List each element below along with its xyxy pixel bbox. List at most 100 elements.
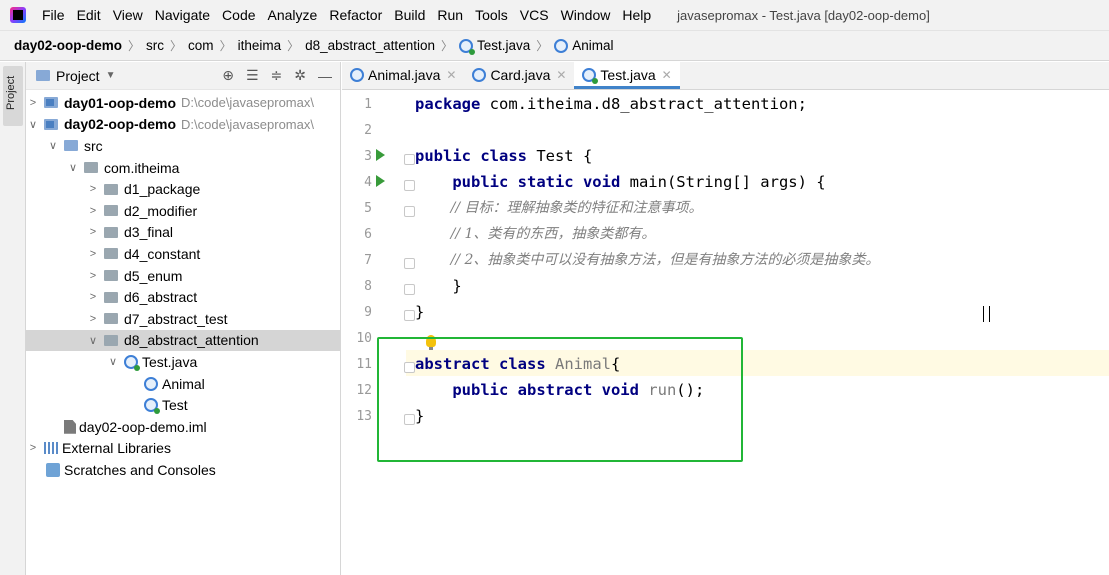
line-number: 5 — [364, 201, 372, 216]
tab-label: Card.java — [490, 67, 551, 83]
tree-label: day02-oop-demo — [64, 116, 177, 133]
chevron-right-icon[interactable]: > — [86, 313, 100, 325]
chevron-down-icon[interactable]: ∨ — [46, 139, 60, 152]
tree-item-d8-abstract-attention[interactable]: ∨ d8_abstract_attention — [26, 329, 340, 352]
collapse-all-icon[interactable]: ≑ — [271, 67, 283, 84]
package-icon — [104, 248, 118, 260]
code-text: com.itheima.d8_abstract_attention; — [480, 95, 807, 113]
tree-item-com-itheima[interactable]: ∨ com.itheima — [26, 157, 340, 179]
menu-run[interactable]: Run — [431, 0, 469, 30]
tab-test-java[interactable]: Test.java ✕ — [574, 61, 681, 89]
hide-icon[interactable]: — — [318, 68, 332, 84]
breadcrumb-com[interactable]: com — [188, 38, 214, 53]
chevron-right-icon[interactable]: > — [86, 270, 100, 282]
tree-item-d2-modifier[interactable]: > d2_modifier — [26, 200, 340, 222]
close-icon[interactable]: ✕ — [556, 68, 566, 82]
tree-item-scratches[interactable]: Scratches and Consoles — [26, 459, 340, 481]
breadcrumb-class[interactable]: Animal — [572, 38, 613, 53]
menu-file[interactable]: File — [36, 0, 71, 30]
package-icon — [104, 226, 118, 238]
tab-animal-java[interactable]: Animal.java ✕ — [342, 61, 464, 89]
breadcrumb: day02-oop-demo 〉 src 〉 com 〉 itheima 〉 d… — [0, 30, 1109, 61]
line-number: 13 — [356, 409, 372, 424]
breadcrumb-package[interactable]: d8_abstract_attention — [305, 38, 435, 53]
tree-item-d4-constant[interactable]: > d4_constant — [26, 243, 340, 265]
chevron-right-icon[interactable]: > — [86, 248, 100, 260]
tab-label: Animal.java — [368, 67, 441, 83]
chevron-down-icon[interactable]: ∨ — [86, 334, 100, 347]
expand-all-icon[interactable]: ☰ — [246, 67, 259, 84]
menu-view[interactable]: View — [107, 0, 149, 30]
project-tool-tab[interactable]: Project — [3, 66, 23, 126]
breadcrumb-project[interactable]: day02-oop-demo — [14, 38, 122, 53]
menu-help[interactable]: Help — [616, 0, 657, 30]
intellij-logo-icon — [10, 7, 26, 23]
menu-window[interactable]: Window — [555, 0, 617, 30]
chevron-down-icon[interactable]: ▼ — [106, 70, 116, 81]
chevron-right-icon[interactable]: > — [86, 291, 100, 303]
chevron-right-icon[interactable]: > — [26, 442, 40, 454]
tree-item-external-libraries[interactable]: > External Libraries — [26, 438, 340, 460]
class-icon — [350, 68, 364, 82]
chevron-down-icon[interactable]: ∨ — [106, 355, 120, 368]
menu-bar: File Edit View Navigate Code Analyze Ref… — [0, 0, 1109, 30]
code-editor[interactable]: 1 2 3 4 5 6 7 8 9 10 11 12 13 package co… — [342, 91, 1109, 575]
tree-label: Scratches and Consoles — [64, 461, 216, 478]
tree-item-animal[interactable]: Animal — [26, 373, 340, 395]
tree-item-day02-oop-demo[interactable]: ∨ day02-oop-demo D:\code\javasepromax\ — [26, 114, 340, 136]
tree-label: Test — [162, 397, 188, 414]
line-number: 7 — [364, 253, 372, 268]
tree-label: d5_enum — [124, 267, 183, 284]
tree-item-d3-final[interactable]: > d3_final — [26, 222, 340, 244]
run-gutter-icon[interactable] — [376, 149, 385, 161]
tree-item-d7-abstract-test[interactable]: > d7_abstract_test — [26, 308, 340, 330]
tree-item-d1-package[interactable]: > d1_package — [26, 178, 340, 200]
package-icon — [84, 162, 98, 174]
gear-icon[interactable]: ✲ — [294, 67, 306, 84]
menu-analyze[interactable]: Analyze — [262, 0, 324, 30]
breadcrumb-src[interactable]: src — [146, 38, 164, 53]
fold-marker-icon[interactable] — [404, 284, 415, 295]
menu-code[interactable]: Code — [216, 0, 261, 30]
chevron-down-icon[interactable]: ∨ — [66, 161, 80, 174]
tree-label: Animal — [162, 375, 205, 392]
project-panel-header: Project ▼ ⊕ ☰ ≑ ✲ — — [26, 62, 340, 90]
chevron-right-icon[interactable]: > — [86, 226, 100, 238]
menu-build[interactable]: Build — [388, 0, 431, 30]
menu-edit[interactable]: Edit — [71, 0, 107, 30]
close-icon[interactable]: ✕ — [662, 68, 672, 82]
menu-tools[interactable]: Tools — [469, 0, 514, 30]
tree-item-d5-enum[interactable]: > d5_enum — [26, 265, 340, 287]
breadcrumb-file[interactable]: Test.java — [477, 38, 530, 53]
code-line-7: // 2、抽象类中可以没有抽象方法，但是有抽象方法的必须是抽象类。 — [415, 252, 880, 268]
package-icon — [104, 183, 118, 195]
tree-item-day01-oop-demo[interactable]: > day01-oop-demo D:\code\javasepromax\ — [26, 92, 340, 114]
menu-refactor[interactable]: Refactor — [323, 0, 388, 30]
fold-marker-icon[interactable] — [404, 206, 415, 217]
fold-marker-icon[interactable] — [404, 258, 415, 269]
menu-navigate[interactable]: Navigate — [149, 0, 216, 30]
tree-item-d6-abstract[interactable]: > d6_abstract — [26, 286, 340, 308]
line-number: 11 — [356, 357, 372, 372]
fold-marker-icon[interactable] — [404, 180, 415, 191]
tree-item-iml[interactable]: day02-oop-demo.iml — [26, 416, 340, 438]
chevron-right-icon[interactable]: > — [86, 205, 100, 217]
fold-marker-icon[interactable] — [404, 310, 415, 321]
chevron-right-icon[interactable]: > — [86, 183, 100, 195]
class-icon — [144, 376, 158, 391]
chevron-down-icon[interactable]: ∨ — [26, 118, 40, 131]
close-icon[interactable]: ✕ — [446, 68, 456, 82]
run-gutter-icon[interactable] — [376, 175, 385, 187]
project-view-selector[interactable]: Project — [56, 68, 100, 84]
package-icon — [104, 205, 118, 217]
breadcrumb-itheima[interactable]: itheima — [238, 38, 282, 53]
tab-card-java[interactable]: Card.java ✕ — [464, 61, 574, 89]
locate-icon[interactable]: ⊕ — [222, 67, 234, 84]
fold-marker-icon[interactable] — [404, 154, 415, 165]
tree-item-test[interactable]: Test — [26, 394, 340, 416]
tree-item-src[interactable]: ∨ src — [26, 135, 340, 157]
class-run-icon — [459, 38, 475, 55]
tree-item-test-java[interactable]: ∨ Test.java — [26, 351, 340, 373]
menu-vcs[interactable]: VCS — [514, 0, 555, 30]
chevron-right-icon[interactable]: > — [26, 97, 40, 109]
